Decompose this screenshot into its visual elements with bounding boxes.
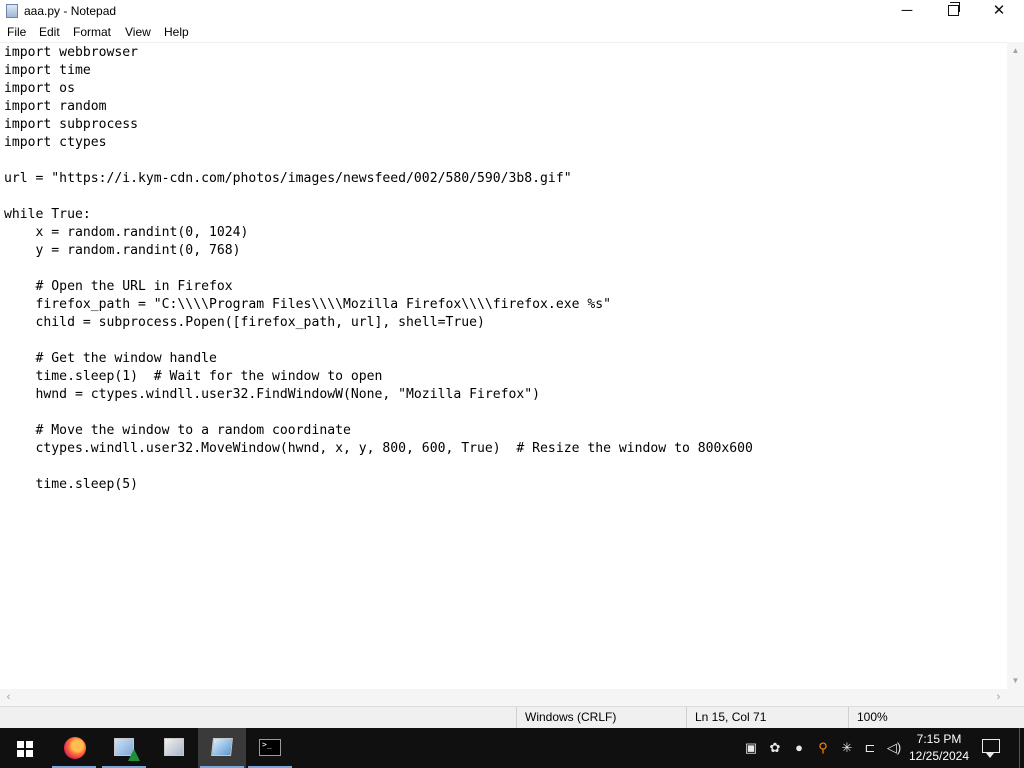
notepad-icon xyxy=(211,738,233,756)
sparkle-icon[interactable]: ✳ xyxy=(839,740,855,756)
scroll-up-arrow-icon[interactable]: ▲ xyxy=(1007,42,1024,59)
scroll-down-arrow-icon[interactable]: ▼ xyxy=(1007,672,1024,689)
text-editor[interactable]: import webbrowser import time import os … xyxy=(0,42,1007,689)
start-button[interactable] xyxy=(0,728,48,768)
settings-gear-icon[interactable]: ✿ xyxy=(767,740,783,756)
volume-icon[interactable]: ◁) xyxy=(886,740,902,756)
firefox-icon xyxy=(64,737,86,759)
window-title: aaa.py - Notepad xyxy=(24,4,117,18)
restore-icon xyxy=(947,2,960,16)
clock-date: 12/25/2024 xyxy=(908,749,970,763)
network-icon[interactable]: ⊏ xyxy=(862,740,878,756)
zoom-status: 100% xyxy=(848,707,1024,728)
taskbar: >_ ▣ ✿ ● ⚲ ✳ ⊏ ◁) 7:15 PM 12/25/2024 xyxy=(0,728,1024,768)
droplet-icon[interactable]: ● xyxy=(791,740,807,756)
scrollbar-corner xyxy=(1007,689,1024,706)
notepad-icon xyxy=(164,738,184,756)
vertical-scrollbar[interactable]: ▲ ▼ xyxy=(1007,42,1024,689)
network-computer-icon[interactable]: ▣ xyxy=(743,740,759,756)
taskbar-terminal[interactable]: >_ xyxy=(246,728,294,768)
terminal-icon: >_ xyxy=(259,739,281,756)
notepad-icon xyxy=(114,738,140,761)
editor-content[interactable]: import webbrowser import time import os … xyxy=(0,43,1007,494)
search-icon[interactable]: ⚲ xyxy=(815,740,831,756)
taskbar-notepad-3[interactable] xyxy=(198,728,246,768)
close-button[interactable]: ✕ xyxy=(976,0,1022,22)
menu-view[interactable]: View xyxy=(125,25,151,39)
minimize-button[interactable]: ─ xyxy=(884,0,930,22)
status-bar: Windows (CRLF) Ln 15, Col 71 100% xyxy=(0,706,1024,728)
title-bar: aaa.py - Notepad ─ ✕ xyxy=(0,0,1024,22)
taskbar-firefox[interactable] xyxy=(50,728,98,768)
windows-start-icon xyxy=(17,741,33,757)
scroll-left-arrow-icon[interactable]: ‹ xyxy=(0,689,17,706)
clock[interactable]: 7:15 PM 12/25/2024 xyxy=(902,731,976,765)
horizontal-scrollbar[interactable]: ‹ › xyxy=(0,689,1007,706)
cursor-position-status: Ln 15, Col 71 xyxy=(686,707,855,728)
menu-file[interactable]: File xyxy=(7,25,26,39)
maximize-button[interactable] xyxy=(930,0,976,22)
show-desktop-button[interactable] xyxy=(1019,728,1024,768)
menu-edit[interactable]: Edit xyxy=(39,25,60,39)
notepad-icon xyxy=(6,4,18,18)
menu-bar: File Edit Format View Help xyxy=(0,22,1024,42)
menu-help[interactable]: Help xyxy=(164,25,189,39)
scroll-right-arrow-icon[interactable]: › xyxy=(990,689,1007,706)
taskbar-notepad-1[interactable] xyxy=(100,728,148,768)
notification-icon[interactable] xyxy=(982,739,1000,758)
taskbar-notepad-2[interactable] xyxy=(150,728,198,768)
menu-format[interactable]: Format xyxy=(73,25,111,39)
clock-time: 7:15 PM xyxy=(916,732,962,746)
line-ending-status: Windows (CRLF) xyxy=(516,707,685,728)
